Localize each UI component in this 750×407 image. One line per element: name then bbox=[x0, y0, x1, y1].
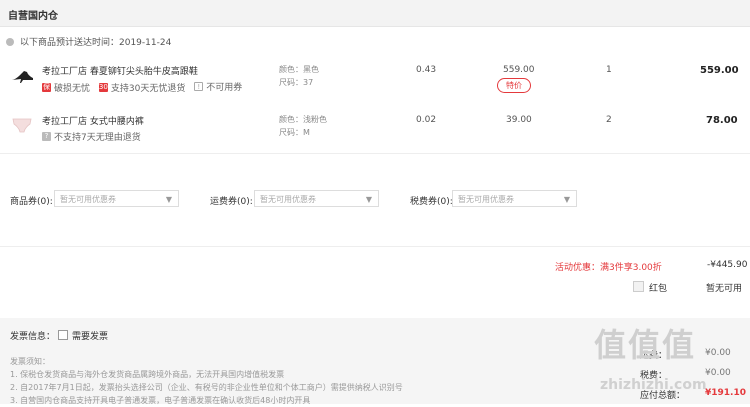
note-line: 1. 保税仓发货商品与海外仓发货商品属跨境外商品，无法开具国内增值税发票 bbox=[10, 370, 285, 379]
divider bbox=[0, 153, 750, 154]
section-title: 自营国内仓 bbox=[8, 11, 58, 22]
chevron-down-icon: ▼ bbox=[563, 195, 570, 204]
note-line: 2. 自2017年7月1日起，发票抬头选择公司（企业、有税号的非企业性单位和个体… bbox=[10, 383, 403, 392]
service-tag: ! 不可用券 bbox=[194, 80, 242, 93]
shipping-coupon-label: 运费券(0): bbox=[210, 197, 253, 207]
redpacket-value: 暂无可用 bbox=[706, 284, 743, 294]
chevron-down-icon: ▼ bbox=[165, 195, 172, 204]
tax-coupon-label: 税费券(0): bbox=[410, 197, 453, 207]
product-thumbnail[interactable] bbox=[10, 112, 34, 136]
tag-text: 不可用券 bbox=[206, 83, 243, 93]
invoice-checkbox[interactable] bbox=[58, 330, 69, 340]
shield-icon: 保 bbox=[42, 83, 51, 92]
invoice-info: 发票信息： 需要发票 bbox=[10, 329, 108, 342]
quantity: 1 bbox=[606, 65, 612, 75]
select-value: 暂无可用优惠券 bbox=[260, 195, 316, 204]
tax-coupon-select[interactable]: 暂无可用优惠券 ▼ bbox=[452, 190, 577, 207]
invoice-check-label: 需要发票 bbox=[72, 332, 109, 342]
delivery-text: 以下商品预计送达时间：2019-11-24 bbox=[20, 38, 172, 48]
redpacket-checkbox[interactable] bbox=[633, 281, 644, 292]
order-item-row: 考拉工厂店 女式中腰内裤 ? 不支持7天无理由退货 颜色：浅粉色 尺码：M 0.0… bbox=[0, 102, 750, 152]
product-weight: 0.43 bbox=[416, 65, 437, 75]
info-icon: ! bbox=[194, 82, 204, 91]
item-subtotal: 78.00 bbox=[706, 115, 738, 126]
product-size: 尺码：M bbox=[279, 128, 310, 137]
chevron-down-icon: ▼ bbox=[365, 195, 372, 204]
delivery-estimate: 以下商品预计送达时间：2019-11-24 bbox=[6, 35, 171, 48]
return-30-icon: 30 bbox=[98, 83, 108, 92]
high-heel-icon bbox=[12, 71, 33, 83]
underwear-icon bbox=[12, 118, 32, 133]
tag-text: 支持30天无忧退货 bbox=[110, 84, 186, 94]
quantity: 2 bbox=[606, 115, 612, 125]
total-payable-value: ¥191.10 bbox=[705, 388, 746, 398]
service-tags: ? 不支持7天无理由退货 bbox=[42, 130, 147, 143]
select-value: 暂无可用优惠券 bbox=[458, 195, 514, 204]
product-thumbnail[interactable] bbox=[10, 62, 34, 86]
invoice-label: 发票信息： bbox=[10, 332, 56, 342]
section-header: 自营国内仓 bbox=[0, 0, 750, 27]
redpacket-label: 红包 bbox=[649, 284, 668, 294]
unit-price: 559.00 bbox=[503, 65, 535, 75]
unit-price: 39.00 bbox=[506, 115, 532, 125]
product-color: 颜色：浅粉色 bbox=[279, 115, 327, 124]
note-line: 3. 自营国内仓商品支持开具电子普通发票，电子普通发票在确认收货后48小时内开具 bbox=[10, 396, 311, 405]
tax-fee-value: ¥0.00 bbox=[705, 368, 731, 378]
divider bbox=[0, 246, 750, 247]
product-size: 尺码：37 bbox=[279, 78, 314, 87]
product-name[interactable]: 考拉工厂店 女式中腰内裤 bbox=[42, 114, 144, 127]
service-tag: ? 不支持7天无理由退货 bbox=[42, 130, 141, 143]
product-weight: 0.02 bbox=[416, 115, 437, 125]
watermark-url: zhizhizhi.com bbox=[600, 377, 707, 393]
product-color: 颜色：黑色 bbox=[279, 65, 319, 74]
service-tag: 30 支持30天无忧退货 bbox=[98, 81, 186, 94]
special-price-badge: 特价 bbox=[497, 78, 531, 93]
shipping-coupon-select[interactable]: 暂无可用优惠券 ▼ bbox=[254, 190, 379, 207]
item-subtotal: 559.00 bbox=[700, 65, 739, 76]
goods-coupon-select[interactable]: 暂无可用优惠券 ▼ bbox=[54, 190, 179, 207]
invoice-notes: 发票须知： 1. 保税仓发货商品与海外仓发货商品属跨境外商品，无法开具国内增值税… bbox=[10, 355, 403, 407]
watermark: 值值值 bbox=[594, 326, 697, 364]
select-value: 暂无可用优惠券 bbox=[60, 195, 116, 204]
notes-title: 发票须知： bbox=[10, 357, 50, 366]
product-name[interactable]: 考拉工厂店 春夏铆钉尖头胎牛皮高跟鞋 bbox=[42, 64, 198, 77]
service-tag: 保破损无忧 bbox=[42, 81, 90, 94]
goods-coupon-label: 商品券(0): bbox=[10, 197, 53, 207]
promo-value: -¥445.90 bbox=[707, 260, 748, 270]
clock-icon bbox=[6, 38, 14, 46]
question-icon: ? bbox=[42, 132, 51, 141]
order-item-row: 考拉工厂店 春夏铆钉尖头胎牛皮高跟鞋 保破损无忧 30 支持30天无忧退货 ! 不可… bbox=[0, 52, 750, 102]
tag-text: 破损无忧 bbox=[54, 84, 91, 94]
service-tags: 保破损无忧 30 支持30天无忧退货 ! 不可用券 bbox=[42, 80, 248, 94]
shipping-fee-value: ¥0.00 bbox=[705, 348, 731, 358]
tag-text: 不支持7天无理由退货 bbox=[54, 133, 141, 143]
promo-label: 活动优惠：满3件享3.00折 bbox=[555, 263, 662, 273]
